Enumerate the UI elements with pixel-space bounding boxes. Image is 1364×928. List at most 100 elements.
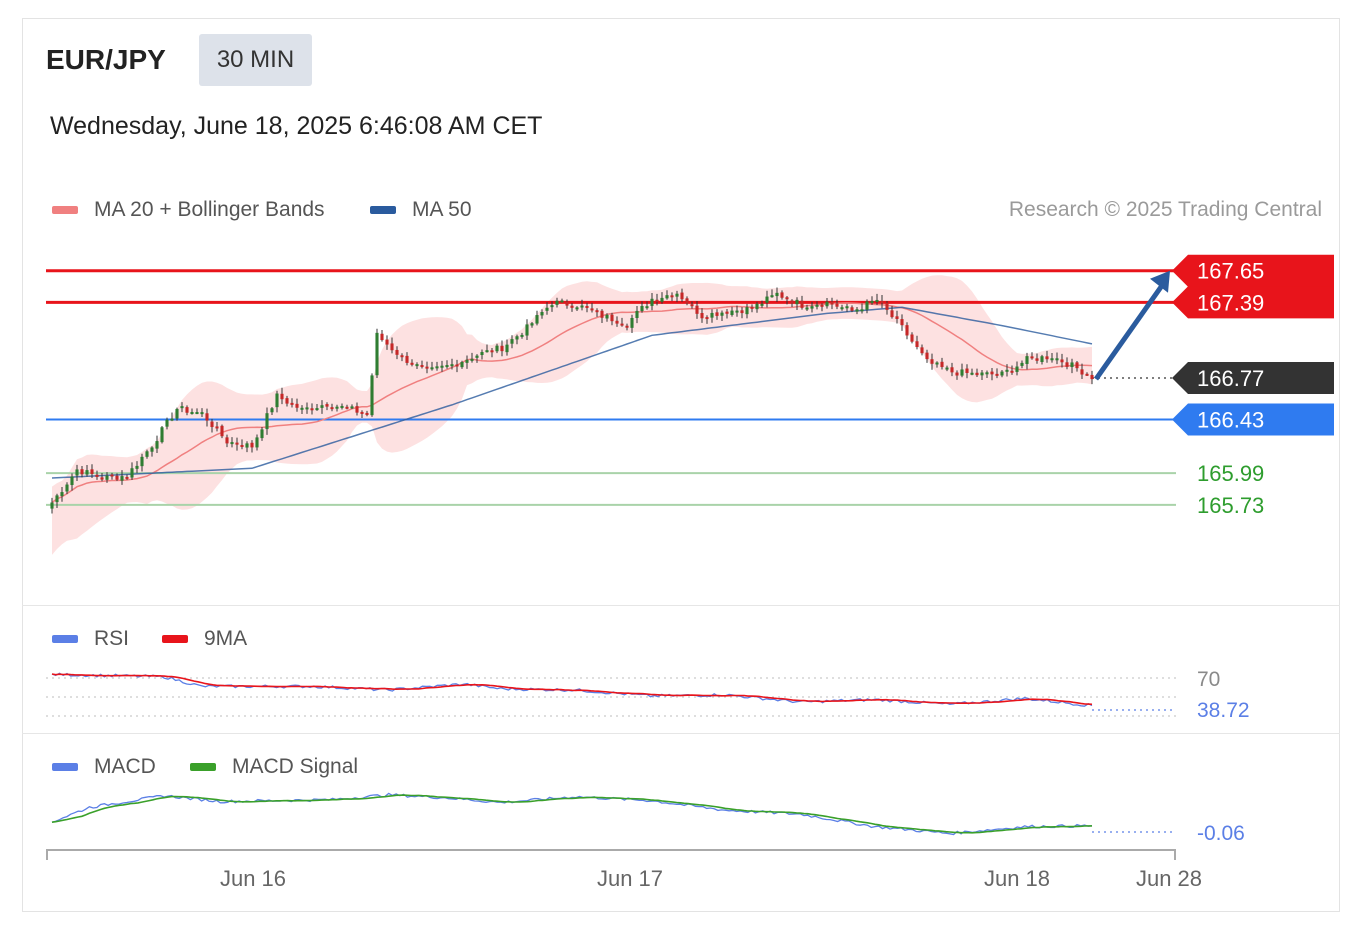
candle-body	[775, 292, 779, 297]
candle-body	[585, 305, 589, 308]
candle-body	[670, 295, 674, 298]
candle-body	[100, 477, 104, 480]
x-tick-label: Jun 17	[597, 866, 663, 891]
candle-body	[125, 476, 129, 479]
candle-body	[250, 442, 254, 448]
candle-body	[1070, 362, 1074, 368]
candle-body	[450, 364, 454, 367]
macd-panel: -0.06	[51, 792, 1245, 845]
candle-body	[765, 296, 769, 303]
candle-body	[575, 307, 579, 310]
candle-body	[80, 469, 84, 475]
candle-body	[955, 372, 959, 376]
candle-body	[485, 350, 489, 353]
candle-body	[120, 476, 124, 481]
candle-body	[730, 310, 734, 315]
candle-body	[625, 325, 629, 328]
candle-body	[215, 426, 219, 429]
projection-arrow-shaft	[1093, 281, 1167, 381]
candle-body	[495, 345, 499, 352]
candle-body	[920, 347, 924, 354]
candle-body	[1025, 356, 1029, 364]
candle-body	[155, 441, 159, 449]
candle-body	[445, 365, 449, 368]
candle-body	[735, 310, 739, 313]
candle-body	[540, 312, 544, 316]
candle-body	[1060, 359, 1064, 363]
candle-body	[475, 355, 479, 358]
candle-body	[150, 447, 154, 452]
candle-body	[785, 297, 789, 300]
candle-body	[90, 469, 94, 474]
candle-body	[235, 442, 239, 445]
candle-body	[665, 295, 669, 299]
candle-body	[850, 307, 854, 311]
candle-body	[660, 297, 664, 302]
candle-body	[210, 421, 214, 428]
candle-body	[195, 412, 199, 415]
candle-body	[610, 314, 614, 322]
candle-body	[825, 301, 829, 307]
candle-body	[350, 406, 354, 409]
candle-body	[105, 475, 109, 480]
resistance-2-label: 167.65	[1197, 259, 1264, 284]
candle-body	[305, 407, 309, 410]
candle-body	[325, 404, 329, 407]
candle-body	[95, 474, 99, 477]
candle-body	[420, 365, 424, 368]
candle-body	[315, 408, 319, 411]
candle-body	[710, 312, 714, 318]
candle-body	[975, 372, 979, 376]
candle-body	[635, 310, 639, 319]
candle-body	[375, 332, 379, 376]
candle-body	[50, 502, 54, 509]
candle	[370, 373, 374, 417]
candle-body	[820, 304, 824, 307]
rsi-panel: 70 38.72	[46, 668, 1250, 722]
candle-body	[370, 375, 374, 416]
candle-body	[740, 310, 744, 314]
candle-body	[875, 299, 879, 302]
candle-body	[60, 492, 64, 497]
candle-body	[675, 293, 679, 297]
x-tick-label: Jun 16	[220, 866, 286, 891]
candle-body	[535, 315, 539, 324]
candle-body	[950, 367, 954, 373]
candle-body	[570, 305, 574, 308]
candle-body	[940, 361, 944, 368]
candle-body	[320, 405, 324, 408]
candle-body	[890, 310, 894, 318]
candle-body	[900, 319, 904, 326]
candle-body	[505, 344, 509, 353]
candle-body	[855, 309, 859, 312]
rsi-level-label: 70	[1197, 668, 1220, 691]
candle-body	[465, 359, 469, 363]
candle-body	[695, 305, 699, 314]
candle-body	[140, 456, 144, 467]
candle-body	[655, 299, 659, 302]
candle-body	[85, 470, 89, 475]
current-price-label: 166.77	[1197, 366, 1264, 391]
candle-body	[145, 451, 149, 457]
candle-body	[360, 411, 364, 414]
candle-body	[700, 313, 704, 319]
candle-body	[380, 333, 384, 341]
candle-body	[705, 317, 709, 320]
candle-body	[1090, 374, 1094, 380]
candle-body	[345, 406, 349, 409]
candle-body	[245, 443, 249, 448]
candle-body	[810, 306, 814, 309]
candle-body	[265, 413, 269, 430]
candle-body	[910, 334, 914, 342]
candle-body	[440, 365, 444, 368]
candle	[220, 424, 224, 439]
candle-body	[1075, 362, 1079, 369]
candle-body	[185, 407, 189, 413]
candle-body	[690, 304, 694, 307]
candle-body	[220, 425, 224, 437]
candle-body	[605, 314, 609, 319]
candle-body	[430, 367, 434, 370]
candle-body	[255, 437, 259, 448]
candle-body	[845, 306, 849, 309]
candle-body	[925, 352, 929, 360]
